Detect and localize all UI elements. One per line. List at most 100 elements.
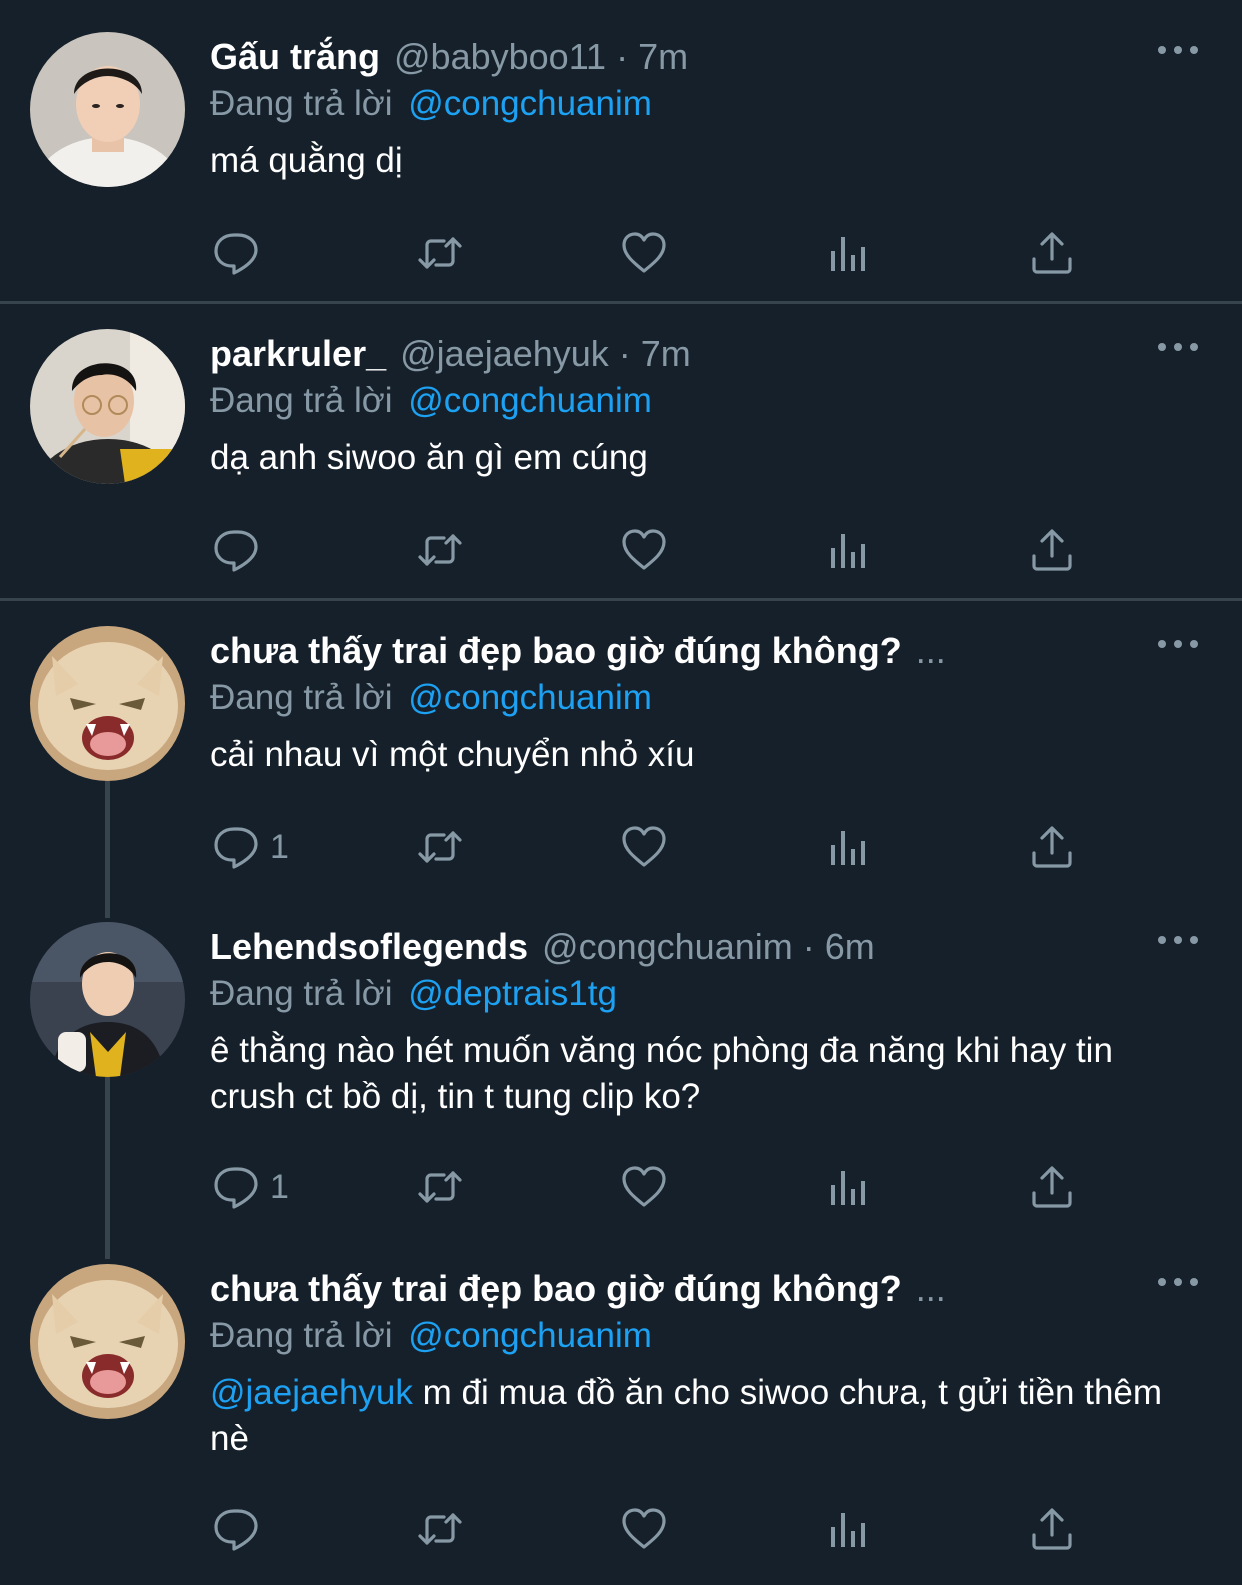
reply-icon [212,526,260,574]
analytics-button[interactable] [824,1162,872,1212]
reply-button[interactable] [212,1504,260,1554]
tweet-text: má quằng dị [210,141,403,180]
display-name[interactable]: chưa thấy trai đẹp bao giờ đúng không? [210,1268,902,1310]
user-handle[interactable]: @babyboo11 [394,36,606,78]
truncation-ellipsis: ... [915,630,946,671]
replying-to-mention[interactable]: @congchuanim [408,381,652,420]
reply-button[interactable] [212,525,260,575]
replying-to: Đang trả lời @congchuanim [210,381,1202,421]
tweet-text: cải nhau vì một chuyển nhỏ xíu [210,735,695,774]
more-icon[interactable] [1158,337,1198,357]
analytics-button[interactable] [824,525,872,575]
share-button[interactable] [1028,228,1076,278]
like-button[interactable] [620,822,668,872]
more-icon[interactable] [1158,634,1198,654]
tweet[interactable]: Gấu trắng @babyboo11 · 7m Đang trả lời @… [0,32,1242,302]
retweet-icon [416,229,464,277]
like-icon [620,1163,668,1211]
retweet-button[interactable] [416,1162,464,1212]
timestamp[interactable]: 7m [638,36,688,78]
share-button[interactable] [1028,1504,1076,1554]
replying-to: Đang trả lời @congchuanim [210,1316,1202,1356]
reply-icon [212,1163,260,1211]
avatar[interactable] [30,626,185,781]
separator-dot: · [618,333,631,374]
separator-dot: · [802,926,815,967]
reply-count: 1 [270,1167,289,1206]
display-name[interactable]: Lehendsoflegends [210,926,528,968]
avatar[interactable] [30,922,185,1077]
timestamp[interactable]: 6m [825,926,875,968]
share-icon [1028,1163,1076,1211]
like-button[interactable] [620,1504,668,1554]
timestamp[interactable]: 7m [641,333,691,375]
tweet-text: @jaejaehyuk m đi mua đồ ăn cho siwoo chư… [210,1370,1202,1462]
tweet[interactable]: chưa thấy trai đẹp bao giờ đúng không? .… [0,1264,1242,1585]
like-icon [620,526,668,574]
more-icon[interactable] [1158,40,1198,60]
divider [0,301,1242,304]
reply-button[interactable] [212,228,260,278]
share-button[interactable] [1028,822,1076,872]
analytics-icon [824,526,872,574]
like-button[interactable] [620,228,668,278]
like-button[interactable] [620,1162,668,1212]
tweet[interactable]: Lehendsoflegends @congchuanim · 6m Đang … [0,922,1242,1242]
replying-prefix: Đang trả lời [210,678,393,717]
divider [0,598,1242,601]
share-icon [1028,823,1076,871]
tweet-header: parkruler_ @jaejaehyuk · 7m [210,329,1202,379]
retweet-button[interactable] [416,822,464,872]
display-name[interactable]: parkruler_ [210,333,386,375]
user-handle[interactable]: @congchuanim [542,926,793,968]
reply-button[interactable]: 1 [212,822,289,872]
separator-dot: · [616,36,629,77]
analytics-icon [824,1505,872,1553]
more-icon[interactable] [1158,930,1198,950]
reply-count: 1 [270,827,289,866]
retweet-icon [416,823,464,871]
tweet-header: chưa thấy trai đẹp bao giờ đúng không? .… [210,1264,1202,1314]
replying-prefix: Đang trả lời [210,84,393,123]
avatar[interactable] [30,32,185,187]
reply-icon [212,1505,260,1553]
replying-prefix: Đang trả lời [210,381,393,420]
share-icon [1028,526,1076,574]
reply-icon [212,229,260,277]
replying-to: Đang trả lời @congchuanim [210,84,1202,124]
like-icon [620,229,668,277]
display-name[interactable]: chưa thấy trai đẹp bao giờ đúng không? [210,630,902,672]
tweet[interactable]: parkruler_ @jaejaehyuk · 7m Đang trả lời… [0,329,1242,599]
tweet-text: ê thằng nào hét muốn văng nóc phòng đa n… [210,1031,1113,1116]
tweet-header: chưa thấy trai đẹp bao giờ đúng không? .… [210,626,1202,676]
replying-to-mention[interactable]: @deptrais1tg [408,974,617,1013]
like-button[interactable] [620,525,668,575]
like-icon [620,1505,668,1553]
replying-to-mention[interactable]: @congchuanim [408,84,652,123]
display-name[interactable]: Gấu trắng [210,36,380,78]
analytics-button[interactable] [824,822,872,872]
retweet-icon [416,1163,464,1211]
replying-to: Đang trả lời @congchuanim [210,678,1202,718]
share-button[interactable] [1028,1162,1076,1212]
share-icon [1028,229,1076,277]
more-icon[interactable] [1158,1272,1198,1292]
replying-to-mention[interactable]: @congchuanim [408,678,652,717]
avatar[interactable] [30,1264,185,1419]
analytics-button[interactable] [824,1504,872,1554]
analytics-icon [824,1163,872,1211]
analytics-button[interactable] [824,228,872,278]
retweet-icon [416,526,464,574]
avatar[interactable] [30,329,185,484]
text-mention[interactable]: @jaejaehyuk [210,1373,413,1412]
retweet-button[interactable] [416,1504,464,1554]
analytics-icon [824,823,872,871]
retweet-button[interactable] [416,525,464,575]
tweet[interactable]: chưa thấy trai đẹp bao giờ đúng không? .… [0,626,1242,896]
reply-button[interactable]: 1 [212,1162,289,1212]
retweet-button[interactable] [416,228,464,278]
share-button[interactable] [1028,525,1076,575]
tweet-header: Gấu trắng @babyboo11 · 7m [210,32,1202,82]
user-handle[interactable]: @jaejaehyuk [400,333,609,375]
replying-to-mention[interactable]: @congchuanim [408,1316,652,1355]
